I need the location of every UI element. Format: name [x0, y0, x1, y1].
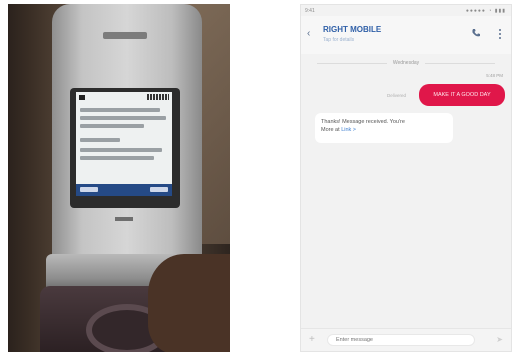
- message-icon: [79, 95, 85, 100]
- received-message-link[interactable]: Link >: [341, 127, 356, 133]
- phone-screen-text-line: [80, 116, 166, 120]
- status-icons: ●●●●● ◔ ▮▮▮: [465, 8, 506, 14]
- contact-details-hint[interactable]: Tap for details: [323, 37, 354, 43]
- phone-screen: [76, 92, 172, 196]
- received-message-line: More at Link >: [321, 126, 447, 134]
- sent-message-bubble[interactable]: MAKE IT A GOOD DAY: [419, 84, 505, 106]
- phone-screen-text-line: [80, 156, 154, 160]
- sent-message-status: Delivered: [387, 93, 407, 98]
- phone-call-icon[interactable]: [471, 28, 481, 38]
- phone-screen-text-line: [80, 148, 162, 152]
- phone-softkeys-bar: [76, 184, 172, 196]
- date-separator: Wednesday: [301, 60, 511, 66]
- softkey-right: [150, 187, 168, 192]
- send-icon[interactable]: ➤: [496, 335, 503, 344]
- attach-plus-icon[interactable]: +: [309, 334, 315, 345]
- conversation-header: ‹ RIGHT MOBILE Tap for details: [301, 16, 511, 54]
- phone-screen-text-line: [80, 108, 160, 112]
- status-time: 9:41: [305, 8, 315, 14]
- phone-lower-logo: [115, 217, 133, 221]
- hand: [148, 254, 230, 352]
- sent-message-time: 5:48 PM: [486, 73, 503, 78]
- status-bar: 9:41 ●●●●● ◔ ▮▮▮: [301, 5, 511, 16]
- phone-screen-text-line: [80, 138, 120, 142]
- phone-brand-logo: [103, 32, 147, 39]
- softkey-left: [80, 187, 98, 192]
- message-composer: + ➤: [301, 328, 511, 351]
- back-arrow-icon[interactable]: ‹: [307, 28, 310, 39]
- signal-icon: [147, 94, 169, 100]
- received-message-prefix: More at: [321, 127, 342, 133]
- received-message-bubble[interactable]: Thanks! Message received. You're More at…: [315, 113, 453, 143]
- messaging-screen: 9:41 ●●●●● ◔ ▮▮▮ ‹ RIGHT MOBILE Tap for …: [300, 4, 512, 352]
- more-options-icon[interactable]: [497, 28, 503, 40]
- flip-phone-photo: [8, 4, 230, 352]
- phone-screen-text-line: [80, 124, 144, 128]
- contact-name[interactable]: RIGHT MOBILE: [323, 25, 381, 34]
- message-input[interactable]: [327, 334, 475, 346]
- received-message-line: Thanks! Message received. You're: [321, 119, 405, 125]
- phone-screen-status-bar: [76, 92, 172, 102]
